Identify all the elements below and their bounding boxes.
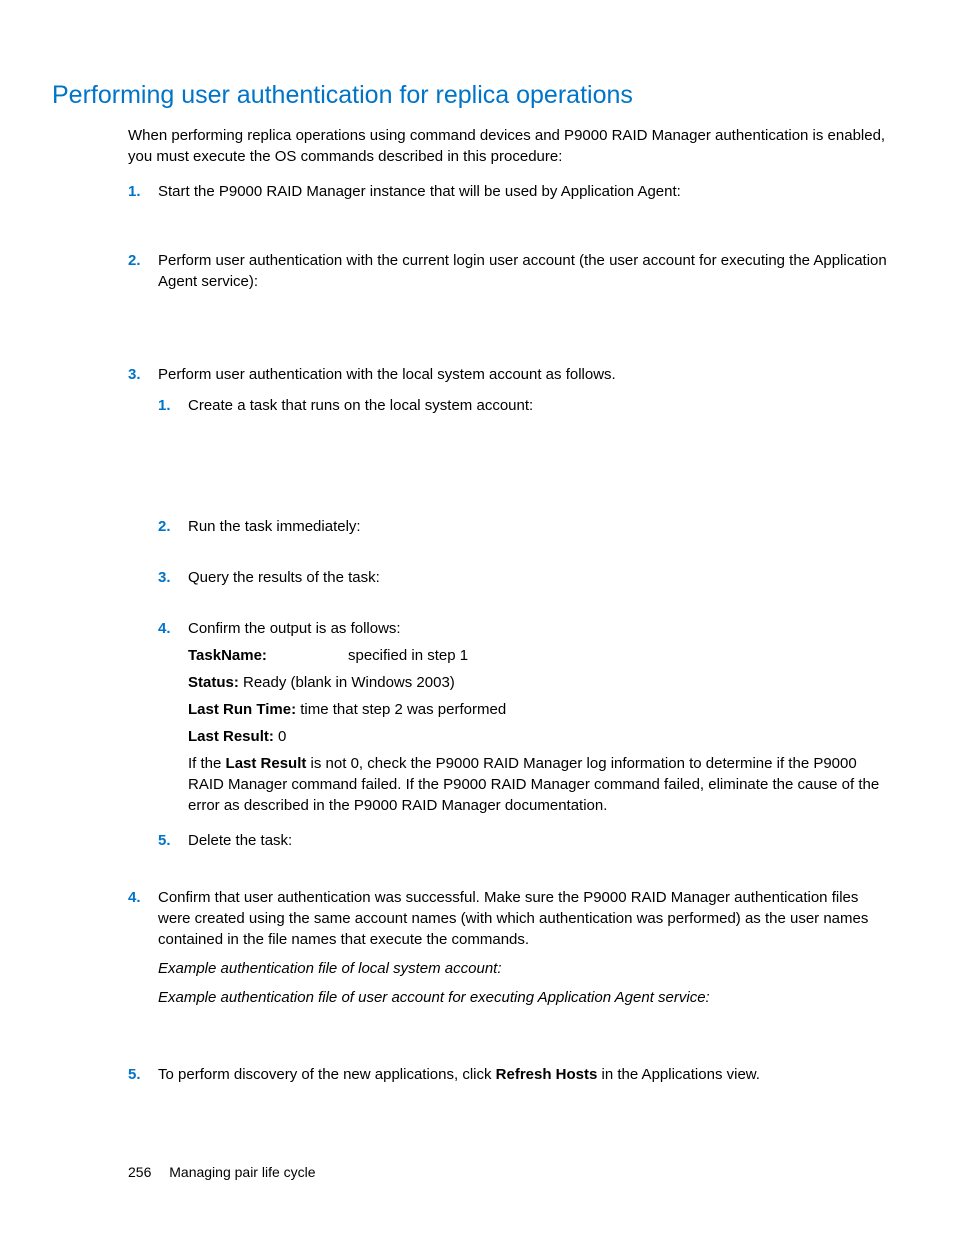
lastresult-note: If the Last Result is not 0, check the P… bbox=[188, 753, 894, 816]
chapter-title: Managing pair life cycle bbox=[169, 1164, 315, 1180]
example-label-2: Example authentication file of user acco… bbox=[158, 987, 894, 1008]
step5-bold: Refresh Hosts bbox=[496, 1066, 598, 1083]
substep-text: Run the task immediately: bbox=[188, 518, 361, 535]
step-4: 4. Confirm that user authentication was … bbox=[128, 887, 894, 1008]
page-footer: 256 Managing pair life cycle bbox=[128, 1163, 316, 1183]
substep-text: Query the results of the task: bbox=[188, 569, 380, 586]
status-row: Status: Ready (blank in Windows 2003) bbox=[188, 672, 894, 693]
substep-4-details: TaskName: specified in step 1 Status: Re… bbox=[188, 645, 894, 816]
step5-pre: To perform discovery of the new applicat… bbox=[158, 1066, 496, 1083]
procedure-list: 1. Start the P9000 RAID Manager instance… bbox=[128, 181, 894, 1085]
step-number: 2. bbox=[128, 250, 141, 271]
substep-number: 1. bbox=[158, 395, 171, 416]
substep-2: 2. Run the task immediately: bbox=[158, 516, 894, 537]
substep-text: Create a task that runs on the local sys… bbox=[188, 397, 533, 414]
step-2: 2. Perform user authentication with the … bbox=[128, 250, 894, 292]
lastruntime-row: Last Run Time: time that step 2 was perf… bbox=[188, 699, 894, 720]
substep-4: 4. Confirm the output is as follows: Tas… bbox=[158, 618, 894, 816]
step-text: To perform discovery of the new applicat… bbox=[158, 1066, 760, 1083]
substep-list: 1. Create a task that runs on the local … bbox=[158, 395, 894, 851]
step-text: Perform user authentication with the cur… bbox=[158, 252, 887, 290]
step-number: 3. bbox=[128, 364, 141, 385]
substep-number: 3. bbox=[158, 567, 171, 588]
step-3: 3. Perform user authentication with the … bbox=[128, 364, 894, 851]
substep-1: 1. Create a task that runs on the local … bbox=[158, 395, 894, 416]
taskname-row: TaskName: specified in step 1 bbox=[188, 645, 894, 666]
substep-text: Confirm the output is as follows: bbox=[188, 620, 401, 637]
intro-paragraph: When performing replica operations using… bbox=[128, 125, 894, 167]
substep-number: 4. bbox=[158, 618, 171, 639]
example-label-1: Example authentication file of local sys… bbox=[158, 958, 894, 979]
step-number: 1. bbox=[128, 181, 141, 202]
substep-text: Delete the task: bbox=[188, 832, 292, 849]
lastresult-label: Last Result: bbox=[188, 728, 274, 745]
substep-5: 5. Delete the task: bbox=[158, 830, 894, 851]
step-text: Confirm that user authentication was suc… bbox=[158, 887, 894, 950]
step-number: 5. bbox=[128, 1064, 141, 1085]
lastruntime-label: Last Run Time: bbox=[188, 701, 296, 718]
substep-3: 3. Query the results of the task: bbox=[158, 567, 894, 588]
status-value: Ready (blank in Windows 2003) bbox=[239, 674, 455, 691]
status-label: Status: bbox=[188, 674, 239, 691]
note-pre: If the bbox=[188, 755, 226, 772]
step-1: 1. Start the P9000 RAID Manager instance… bbox=[128, 181, 894, 202]
step-text: Start the P9000 RAID Manager instance th… bbox=[158, 183, 681, 200]
document-page: Performing user authentication for repli… bbox=[0, 0, 954, 1235]
note-bold: Last Result bbox=[226, 755, 307, 772]
section-heading: Performing user authentication for repli… bbox=[52, 78, 894, 113]
step-text: Perform user authentication with the loc… bbox=[158, 366, 616, 383]
step-5: 5. To perform discovery of the new appli… bbox=[128, 1064, 894, 1085]
taskname-label: TaskName: bbox=[188, 645, 348, 666]
substep-number: 2. bbox=[158, 516, 171, 537]
taskname-value: specified in step 1 bbox=[348, 645, 468, 666]
lastresult-value: 0 bbox=[274, 728, 287, 745]
step-number: 4. bbox=[128, 887, 141, 908]
step5-post: in the Applications view. bbox=[597, 1066, 760, 1083]
page-number: 256 bbox=[128, 1164, 151, 1180]
step-4-body: Confirm that user authentication was suc… bbox=[158, 887, 894, 1008]
lastruntime-value: time that step 2 was performed bbox=[296, 701, 506, 718]
substep-number: 5. bbox=[158, 830, 171, 851]
lastresult-row: Last Result: 0 bbox=[188, 726, 894, 747]
